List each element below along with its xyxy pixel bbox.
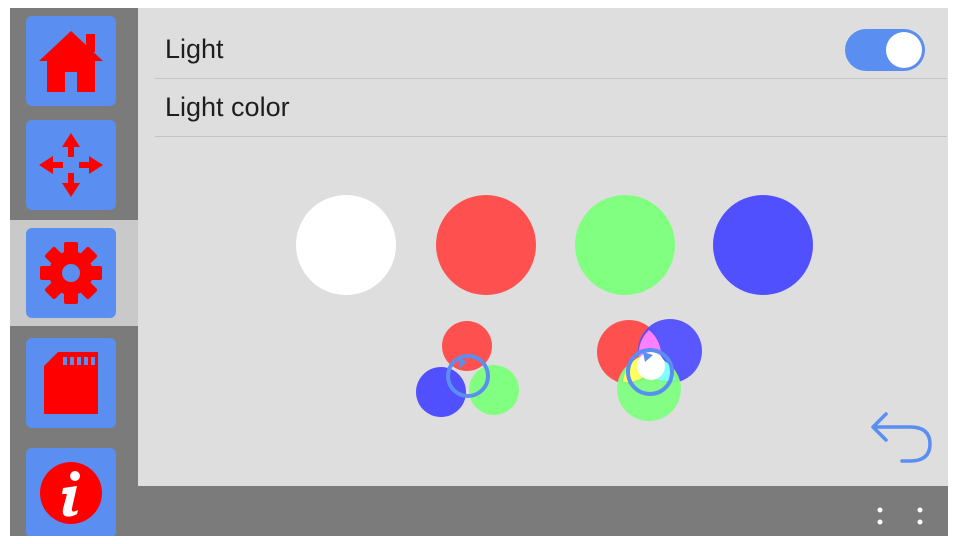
color-swatch-red[interactable]: [436, 195, 536, 295]
sidebar-item-info[interactable]: [26, 448, 116, 536]
sidebar-item-move[interactable]: [26, 120, 116, 210]
bottom-status-bar: [138, 486, 948, 536]
sidebar-item-settings[interactable]: [26, 228, 116, 318]
color-swatch-white[interactable]: [296, 195, 396, 295]
back-arrow-icon[interactable]: [858, 408, 938, 468]
rgb-mix-icon[interactable]: [583, 314, 703, 424]
gear-icon: [40, 242, 102, 304]
rgb-cycle-icon[interactable]: [413, 318, 523, 423]
light-toggle[interactable]: [845, 29, 925, 71]
light-label: Light: [165, 34, 224, 64]
color-swatch-blue[interactable]: [713, 195, 813, 295]
home-icon: [39, 31, 103, 92]
light-color-label: Light color: [165, 92, 290, 122]
sd-card-icon: [44, 352, 98, 414]
light-color-row: Light color: [155, 78, 947, 137]
move-arrows-icon: [39, 133, 103, 197]
sidebar-item-home[interactable]: [26, 16, 116, 106]
settings-panel: Light Light color: [138, 8, 948, 486]
sidebar-item-sd-card[interactable]: [26, 338, 116, 428]
touchscreen: Light Light color: [10, 8, 948, 536]
toggle-knob: [886, 32, 922, 68]
info-icon: [40, 462, 102, 524]
more-dots-icon[interactable]: [870, 504, 930, 528]
color-swatch-green[interactable]: [575, 195, 675, 295]
light-setting-row: Light: [155, 20, 947, 79]
